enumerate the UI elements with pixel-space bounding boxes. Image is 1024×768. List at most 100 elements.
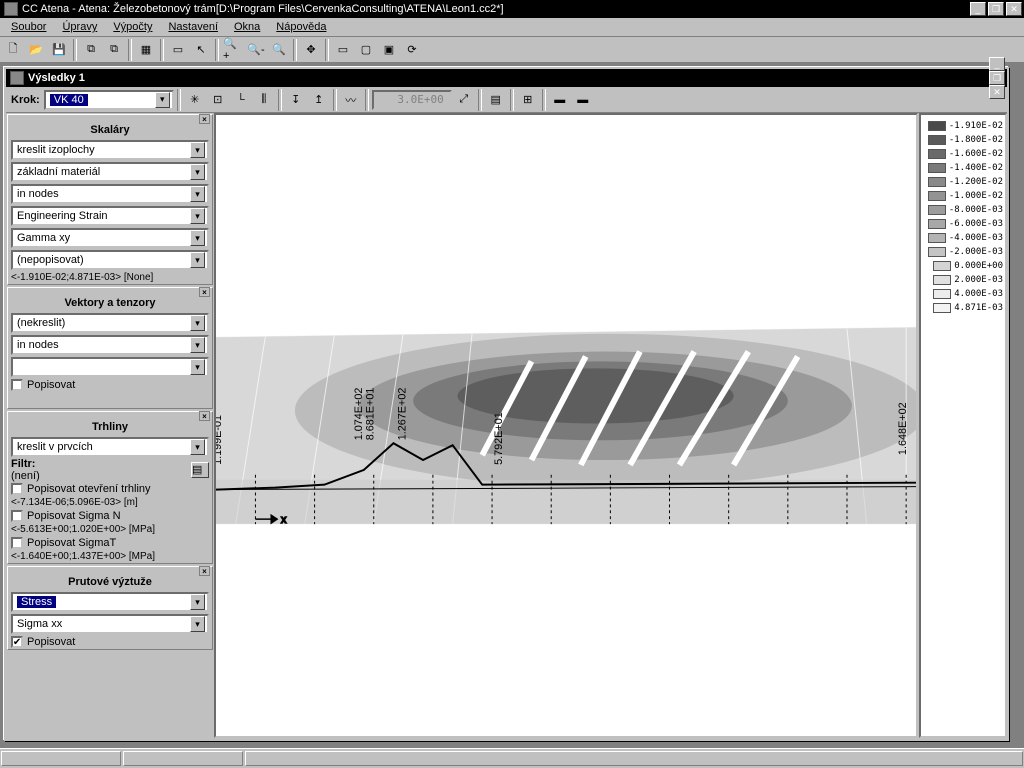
prutove-popisovat-checkbox[interactable]: ✔Popisovat [8, 635, 212, 649]
vektory-title: Vektory a tenzory [8, 296, 212, 312]
chevron-down-icon[interactable] [190, 164, 205, 180]
chevron-down-icon[interactable] [190, 230, 205, 246]
skalary-combo-1[interactable]: kreslit izoplochy [11, 140, 209, 160]
filtr-button[interactable]: ▤ [191, 462, 209, 478]
zoom-in-icon[interactable]: 🔍+ [222, 39, 244, 61]
save-file-icon[interactable]: 💾 [48, 39, 70, 61]
scale-up-icon[interactable]: ⤢ [453, 89, 475, 111]
results-title: Výsledky 1 [28, 72, 989, 84]
legend-value: -2.000E-03 [949, 247, 1003, 257]
prutove-title: Prutové výztuže [8, 575, 212, 591]
trhliny-chk-2[interactable]: Popisovat Sigma N [8, 509, 212, 523]
menu-napoveda[interactable]: Nápověda [269, 20, 333, 34]
filtr-label: Filtr: [11, 458, 35, 470]
monitor3-icon[interactable]: ▬ [572, 89, 594, 111]
inner-minimize-button[interactable]: _ [989, 57, 1005, 71]
status-cell [1, 751, 121, 766]
menu-okna[interactable]: Okna [227, 20, 267, 34]
wave-icon[interactable]: 〰 [340, 89, 362, 111]
monitor1-icon[interactable]: ⊞ [517, 89, 539, 111]
status-cell [245, 751, 1023, 766]
inner-close-button[interactable]: ✕ [989, 85, 1005, 99]
chevron-down-icon[interactable] [190, 252, 205, 268]
bars-icon[interactable]: ⫼ [253, 89, 275, 111]
legend-value: 2.000E-03 [954, 275, 1003, 285]
zoom-out-icon[interactable]: 🔍- [245, 39, 267, 61]
chevron-down-icon[interactable] [190, 439, 205, 455]
pan-icon[interactable]: ✥ [300, 39, 322, 61]
select-box-icon[interactable]: ▣ [378, 39, 400, 61]
chevron-down-icon[interactable] [190, 208, 205, 224]
vektory-combo-3[interactable] [11, 357, 209, 377]
legend-swatch [933, 275, 951, 285]
legend-value: -6.000E-03 [949, 219, 1003, 229]
trhliny-title: Trhliny [8, 420, 212, 436]
step-combo[interactable]: VK 40 [44, 90, 174, 110]
panel-vektory: × Vektory a tenzory (nekreslit) in nodes… [7, 287, 213, 409]
skalary-combo-4[interactable]: Engineering Strain [11, 206, 209, 226]
deform-minus-icon[interactable]: ↥ [308, 89, 330, 111]
chevron-down-icon[interactable] [155, 92, 170, 108]
zoom-fit-icon[interactable]: 🔍 [268, 39, 290, 61]
chevron-down-icon[interactable] [190, 616, 205, 632]
chevron-down-icon[interactable] [190, 359, 205, 375]
app-titlebar: CC Atena - Atena: Železobetonový trám[D:… [0, 0, 1024, 18]
skalary-combo-6[interactable]: (nepopisovat) [11, 250, 209, 270]
grid-icon[interactable]: ⊡ [207, 89, 229, 111]
skalary-combo-3[interactable]: in nodes [11, 184, 209, 204]
chevron-down-icon[interactable] [190, 186, 205, 202]
select-window-icon[interactable]: ▢ [355, 39, 377, 61]
trhliny-range-2: <-5.613E+00;1.020E+00> [MPa] [8, 523, 212, 536]
legend-row: -8.000E-03 [923, 203, 1003, 217]
cursor-icon[interactable]: ↖ [190, 39, 212, 61]
skalary-combo-2[interactable]: základní materiál [11, 162, 209, 182]
copy-icon[interactable]: ⧉ [80, 39, 102, 61]
results-canvas[interactable]: x 1.199E-01 1.074E+02 8.681E+01 1.267E+0… [214, 113, 918, 738]
mesh-icon[interactable]: ✳ [184, 89, 206, 111]
menu-upravy[interactable]: Úpravy [55, 20, 104, 34]
chevron-down-icon[interactable] [190, 142, 205, 158]
prutove-combo-1[interactable]: Stress [11, 592, 209, 612]
vektory-popisovat-checkbox[interactable]: Popisovat [8, 378, 212, 392]
legend-value: 4.871E-03 [954, 303, 1003, 313]
legend-swatch [933, 261, 951, 271]
chevron-down-icon[interactable] [190, 594, 205, 610]
legend-swatch [928, 205, 946, 215]
window-icon[interactable]: ▭ [167, 39, 189, 61]
vektory-combo-1[interactable]: (nekreslit) [11, 313, 209, 333]
chevron-down-icon[interactable] [190, 337, 205, 353]
legend-value: -1.200E-02 [949, 177, 1003, 187]
select-rect-icon[interactable]: ▭ [332, 39, 354, 61]
run-icon[interactable]: ▦ [135, 39, 157, 61]
mdi-area: Výsledky 1 _ ❐ ✕ Krok: VK 40 ✳ ⊡ └ ⫼ ↧ ↥… [0, 63, 1024, 748]
close-button[interactable]: ✕ [1006, 2, 1022, 16]
vektory-combo-2[interactable]: in nodes [11, 335, 209, 355]
prutove-combo-2[interactable]: Sigma xx [11, 614, 209, 634]
legend-swatch [928, 191, 946, 201]
maximize-button[interactable]: ❐ [988, 2, 1004, 16]
inner-maximize-button[interactable]: ❐ [989, 71, 1005, 85]
menu-nastaveni[interactable]: Nastavení [161, 20, 225, 34]
new-file-icon[interactable]: 🗋 [2, 39, 24, 61]
legend-swatch [928, 121, 946, 131]
minimize-button[interactable]: _ [970, 2, 986, 16]
deform-plus-icon[interactable]: ↧ [285, 89, 307, 111]
legend-row: -1.400E-02 [923, 161, 1003, 175]
trhliny-chk-3[interactable]: Popisovat SigmaT [8, 536, 212, 550]
paste-icon[interactable]: ⧉ [103, 39, 125, 61]
menu-soubor[interactable]: Soubor [4, 20, 53, 34]
legend-value: 0.000E+00 [954, 261, 1003, 271]
chevron-down-icon[interactable] [190, 315, 205, 331]
open-file-icon[interactable]: 📂 [25, 39, 47, 61]
svg-text:1.648E+02: 1.648E+02 [897, 402, 909, 455]
refresh-icon[interactable]: ⟳ [401, 39, 423, 61]
skalary-combo-5[interactable]: Gamma xy [11, 228, 209, 248]
monitor2-icon[interactable]: ▬ [549, 89, 571, 111]
axes-icon[interactable]: └ [230, 89, 252, 111]
step-label: Krok: [8, 94, 43, 106]
trhliny-chk-1[interactable]: Popisovat otevření trhliny [8, 482, 212, 496]
scale-readout: 3.0E+00 [372, 90, 452, 110]
legend-toggle-icon[interactable]: ▤ [485, 89, 507, 111]
trhliny-combo[interactable]: kreslit v prvcích [11, 437, 209, 457]
menu-vypocty[interactable]: Výpočty [106, 20, 159, 34]
